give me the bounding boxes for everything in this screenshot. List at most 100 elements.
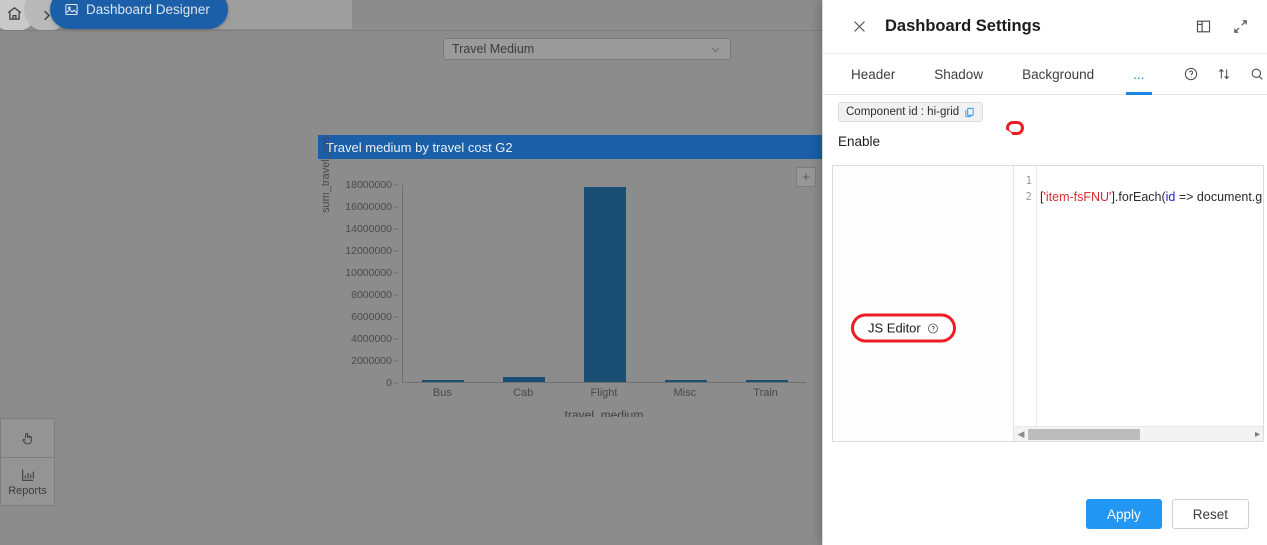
chart-x-tick-label: Bus [432,387,452,399]
chart-y-tick-label: 12000000 [345,245,392,257]
chart-x-axis-title: travel_medium [564,408,644,417]
tab-more[interactable]: ... [1133,54,1144,95]
js-editor-label: JS Editor [868,320,921,336]
line-number: 2 [1025,191,1032,203]
chart-y-tickmark [393,206,398,208]
editor-line-number-gutter: 1 2 [1014,166,1037,441]
enable-row: Enable [838,121,1250,156]
app-root: Dashboard Designer Travel Medium Travel … [0,0,1267,545]
chart-y-tick-label: 0 [386,377,392,389]
chart-bar[interactable] [503,377,546,382]
chart-y-tick-label: 16000000 [345,201,392,213]
help-circle-icon[interactable] [927,322,939,334]
code-line-2: ['item-fsFNU'].forEach(id => document.g [1040,189,1263,205]
chart-y-tick-label: 2000000 [351,355,392,367]
code-token-suffix: => document.g [1175,190,1263,204]
line-number: 1 [1025,175,1032,187]
chart-y-tickmark [393,382,398,384]
code-token-string: 'item-fsFNU' [1043,190,1112,204]
left-tool-rail: Reports [0,418,55,506]
hand-pointer-icon [20,431,35,446]
chart-y-tick-label: 18000000 [345,179,392,191]
chart-x-tick-label: Flight [590,387,618,399]
layout-panel-icon[interactable] [1195,18,1212,35]
chart-y-tick-label: 6000000 [351,311,392,323]
sort-updown-icon[interactable] [1216,66,1232,82]
settings-panel-body: Component id : hi-grid Enable JS Editor … [823,95,1267,545]
help-circle-icon[interactable] [1183,66,1199,82]
dashboard-canvas: Dashboard Designer Travel Medium Travel … [0,0,822,545]
js-code-editor[interactable]: 1 2 ['item-fsFNU'].forEach(id => documen… [1013,166,1263,441]
search-icon[interactable] [1249,66,1265,82]
settings-panel-tab-icons [1183,66,1265,82]
code-token-variable: id [1165,190,1176,204]
enable-toggle-highlight [997,121,1024,146]
chart-bar[interactable] [583,187,626,382]
enable-label: Enable [838,133,881,149]
chart-y-tickmark [393,360,398,362]
tab-shadow[interactable]: Shadow [934,54,983,95]
breadcrumb: Dashboard Designer [0,0,822,31]
js-editor-container: JS Editor 1 2 ['item-fsFNU'].forEach(id … [832,165,1264,442]
scrollbar-thumb[interactable] [1028,428,1140,440]
chart-y-tickmark [393,338,398,340]
chart-y-tickmark [393,228,398,230]
bar-chart-icon [20,467,36,483]
tab-header[interactable]: Header [851,54,895,95]
dashboard-image-icon [64,2,79,17]
js-editor-label-highlight: JS Editor [851,313,956,343]
editor-horizontal-scrollbar[interactable]: ◀ ▸ [1014,426,1263,441]
toggle-knob [997,130,1013,146]
editor-code-content[interactable]: ['item-fsFNU'].forEach(id => document.g [1040,173,1263,205]
left-arrow-icon[interactable]: ◀ [1014,429,1028,440]
tab-background[interactable]: Background [1022,54,1094,95]
chart-x-tick-label: Cab [513,387,534,399]
chart-bar-slot [403,185,484,382]
chart-bar-slot [484,185,565,382]
code-token-mid: ].forEach( [1111,190,1166,204]
chart-widget[interactable]: Travel medium by travel cost G2 sum_trav… [318,135,822,417]
settings-panel-header: Dashboard Settings [823,0,1267,54]
component-id-label: Component id : hi-grid [846,106,960,118]
chart-x-tick-label: Train [753,387,778,399]
breadcrumb-item-dashboard-designer[interactable]: Dashboard Designer [50,0,228,29]
dashboard-settings-panel: Dashboard Settings Header Shadow Backgro… [822,0,1267,545]
chart-bar-slot [565,185,646,382]
chart-bar[interactable] [664,380,707,382]
settings-panel-header-actions [1195,18,1249,35]
chart-bar[interactable] [422,380,465,382]
chart-body: sum_travel_cost 0 2000000 4000000 6000000 80… [318,135,822,417]
tool-item-reports-label: Reports [8,484,47,497]
settings-panel-footer: Apply Reset [1085,499,1249,529]
travel-medium-filter-dropdown[interactable]: Travel Medium [443,38,731,60]
breadcrumb-spacer [212,0,352,29]
copy-icon[interactable] [964,107,975,118]
expand-diagonal-icon[interactable] [1232,18,1249,35]
breadcrumb-active-label: Dashboard Designer [86,2,210,17]
chart-x-tick-labels: Bus Cab Flight Misc Train [402,387,806,403]
tool-item-pointer[interactable] [1,419,54,457]
component-id-badge[interactable]: Component id : hi-grid [838,102,984,122]
chart-bar-slot [726,185,807,382]
close-icon[interactable] [851,18,873,35]
chart-expand-button[interactable] [796,167,816,187]
chart-y-tick-label: 14000000 [345,223,392,235]
chart-y-tickmark [393,250,398,252]
chart-y-tickmark [393,316,398,318]
right-arrow-icon[interactable]: ▸ [1255,429,1260,440]
home-icon [6,5,23,22]
filter-selected-label: Travel Medium [452,42,535,56]
tool-item-reports[interactable]: Reports [1,457,54,505]
chart-bar-slot [645,185,726,382]
chart-y-tickmark [393,272,398,274]
chart-y-tick-label: 8000000 [351,289,392,301]
apply-button[interactable]: Apply [1085,499,1162,529]
breadcrumb-divider [0,30,822,31]
chart-y-tickmark [393,184,398,186]
chart-bars [403,185,806,382]
chevron-down-icon [709,43,722,56]
chart-plot-area [402,185,806,383]
chart-bar[interactable] [745,380,788,382]
reset-button[interactable]: Reset [1171,499,1249,529]
